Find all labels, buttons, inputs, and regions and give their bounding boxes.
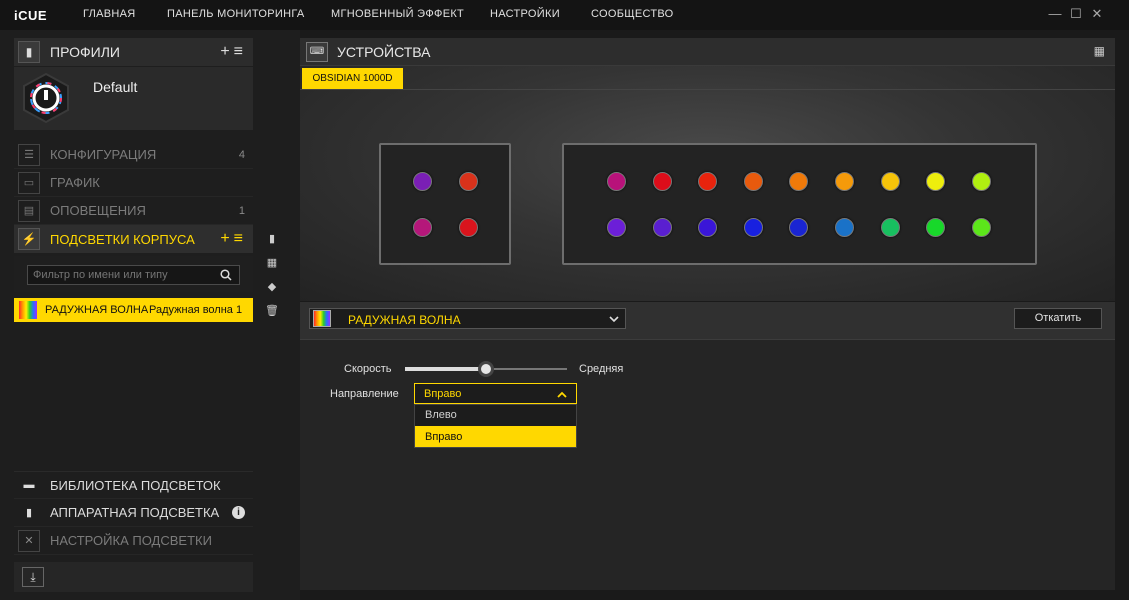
led-group-right (562, 143, 1037, 265)
hardware-label: АППАРАТНАЯ ПОДСВЕТКА (50, 505, 220, 520)
configuration-label: КОНФИГУРАЦИЯ (50, 147, 157, 162)
menu-configuration[interactable]: ☰ КОНФИГУРАЦИЯ 4 (14, 141, 253, 169)
direction-option-left[interactable]: Влево (415, 405, 576, 426)
led-group-left (379, 143, 511, 265)
left-bottom-led-2 (459, 218, 478, 237)
left-top-led-2 (459, 172, 478, 191)
right-bottom-led-6 (835, 218, 854, 237)
close-icon[interactable]: ✕ (1089, 6, 1105, 22)
top-bar: iCUE ГЛАВНАЯ ПАНЕЛЬ МОНИТОРИНГА МГНОВЕНН… (0, 0, 1129, 30)
speed-label: Скорость (344, 363, 392, 375)
menu-hardware[interactable]: ▮ АППАРАТНАЯ ПОДСВЕТКА i (14, 499, 253, 527)
revert-button[interactable]: Откатить (1014, 308, 1102, 329)
right-bottom-led-9 (971, 218, 991, 237)
filter-input[interactable] (27, 265, 240, 285)
direction-option-right-label: Вправо (425, 431, 463, 443)
speed-knob[interactable] (478, 361, 494, 377)
copy-icon[interactable]: ▮ (262, 228, 282, 248)
nav-settings[interactable]: НАСТРОЙКИ (490, 8, 560, 20)
search-icon[interactable] (220, 269, 232, 281)
download-icon[interactable]: ⤓ (22, 567, 44, 587)
menu-library[interactable]: ▬ БИБЛИОТЕКА ПОДСВЕТОК (14, 471, 253, 499)
profile-name: Default (93, 79, 138, 95)
right-edge (1115, 38, 1129, 600)
device-tab[interactable]: OBSIDIAN 1000D (302, 68, 403, 89)
info-icon[interactable]: i (232, 506, 245, 519)
chevron-up-icon (557, 391, 567, 398)
direction-option-left-label: Влево (425, 409, 457, 421)
effect-list-name: РАДУЖНАЯ ВОЛНА (45, 304, 149, 316)
lighting-header[interactable]: ⚡ ПОДСВЕТКИ КОРПУСА +≡ (14, 225, 253, 253)
nav-monitor[interactable]: ПАНЕЛЬ МОНИТОРИНГА (167, 8, 305, 20)
devices-title: УСТРОЙСТВА (337, 44, 431, 60)
chevron-down-icon (609, 316, 619, 323)
library-icon: ▬ (23, 479, 35, 491)
profile-logo-icon (23, 72, 69, 124)
menu-alerts[interactable]: ▤ ОПОВЕЩЕНИЯ 1 (14, 197, 253, 225)
right-top-led-6 (835, 172, 854, 191)
right-top-led-9 (971, 172, 991, 191)
setup-label: НАСТРОЙКА ПОДСВЕТКИ (50, 533, 212, 548)
profiles-actions[interactable]: +≡ (220, 43, 247, 61)
library-label: БИБЛИОТЕКА ПОДСВЕТОК (50, 477, 221, 493)
devices-header: ⌨ УСТРОЙСТВА ▦ (300, 38, 1115, 66)
right-bottom-led-7 (880, 218, 900, 237)
alerts-icon: ▤ (18, 199, 40, 222)
direction-select[interactable]: Вправо (414, 383, 577, 404)
profiles-header: ▮ ПРОФИЛИ +≡ (14, 38, 253, 66)
right-bottom-led-2 (652, 218, 672, 237)
right-bottom-led-1 (607, 218, 626, 237)
effect-list-item[interactable]: РАДУЖНАЯ ВОЛНА Радужная волна 1 (14, 298, 253, 322)
graph-icon: ▭ (18, 171, 40, 194)
right-bottom-led-4 (743, 218, 763, 237)
alerts-label: ОПОВЕЩЕНИЯ (50, 203, 146, 218)
hardware-icon: ▮ (25, 507, 33, 519)
direction-select-value: Вправо (424, 388, 462, 400)
configuration-icon: ☰ (18, 143, 40, 166)
effect-select[interactable]: РАДУЖНАЯ ВОЛНА (309, 308, 626, 329)
minimize-icon[interactable]: — (1047, 6, 1063, 22)
lighting-actions[interactable]: +≡ (220, 230, 247, 248)
nav-instant-effect[interactable]: МГНОВЕННЫЙ ЭФФЕКТ (331, 8, 464, 20)
direction-label: Направление (330, 388, 399, 400)
move-icon[interactable]: ◆ (262, 276, 282, 296)
right-top-led-2 (652, 172, 672, 191)
graph-label: ГРАФИК (50, 175, 100, 190)
profiles-title: ПРОФИЛИ (50, 44, 120, 60)
alerts-count: 1 (238, 204, 245, 217)
grid-view-icon[interactable]: ▦ (1094, 44, 1105, 58)
footer-bar: ⤓ (14, 562, 253, 592)
direction-dropdown: Влево Вправо (414, 404, 577, 448)
nav-community[interactable]: СООБЩЕСТВО (591, 8, 674, 20)
device-tab-row (300, 67, 1115, 90)
lightning-icon: ⚡ (18, 228, 40, 250)
direction-option-right[interactable]: Вправо (415, 426, 576, 447)
right-top-led-4 (743, 172, 763, 191)
effect-select-value: РАДУЖНАЯ ВОЛНА (348, 313, 461, 327)
effect-rainbow-icon (313, 310, 331, 327)
configuration-count: 4 (238, 148, 245, 161)
trash-icon[interactable]: 🗑 (262, 300, 282, 320)
right-top-led-1 (607, 172, 626, 191)
tools-icon: ✕ (18, 529, 40, 552)
left-bottom-led-1 (413, 218, 432, 237)
rainbow-swatch-icon (19, 301, 37, 319)
profiles-icon: ▮ (18, 41, 40, 63)
effect-list-value: Радужная волна 1 (149, 304, 243, 316)
filter-area (14, 256, 253, 292)
lighting-title: ПОДСВЕТКИ КОРПУСА (50, 231, 195, 247)
speed-slider[interactable] (405, 360, 567, 378)
speed-fill (405, 367, 486, 371)
keyboard-icon: ⌨ (306, 42, 328, 62)
nav-home[interactable]: ГЛАВНАЯ (83, 8, 136, 20)
folder-icon[interactable]: ▦ (262, 252, 282, 272)
profile-card[interactable]: Default (14, 67, 253, 130)
maximize-icon[interactable]: ☐ (1068, 6, 1084, 22)
right-top-led-7 (880, 172, 900, 191)
menu-setup[interactable]: ✕ НАСТРОЙКА ПОДСВЕТКИ (14, 527, 253, 555)
menu-graph[interactable]: ▭ ГРАФИК (14, 169, 253, 197)
left-top-led-1 (413, 172, 432, 191)
app-logo: iCUE (14, 8, 48, 23)
speed-value: Средняя (579, 363, 624, 375)
